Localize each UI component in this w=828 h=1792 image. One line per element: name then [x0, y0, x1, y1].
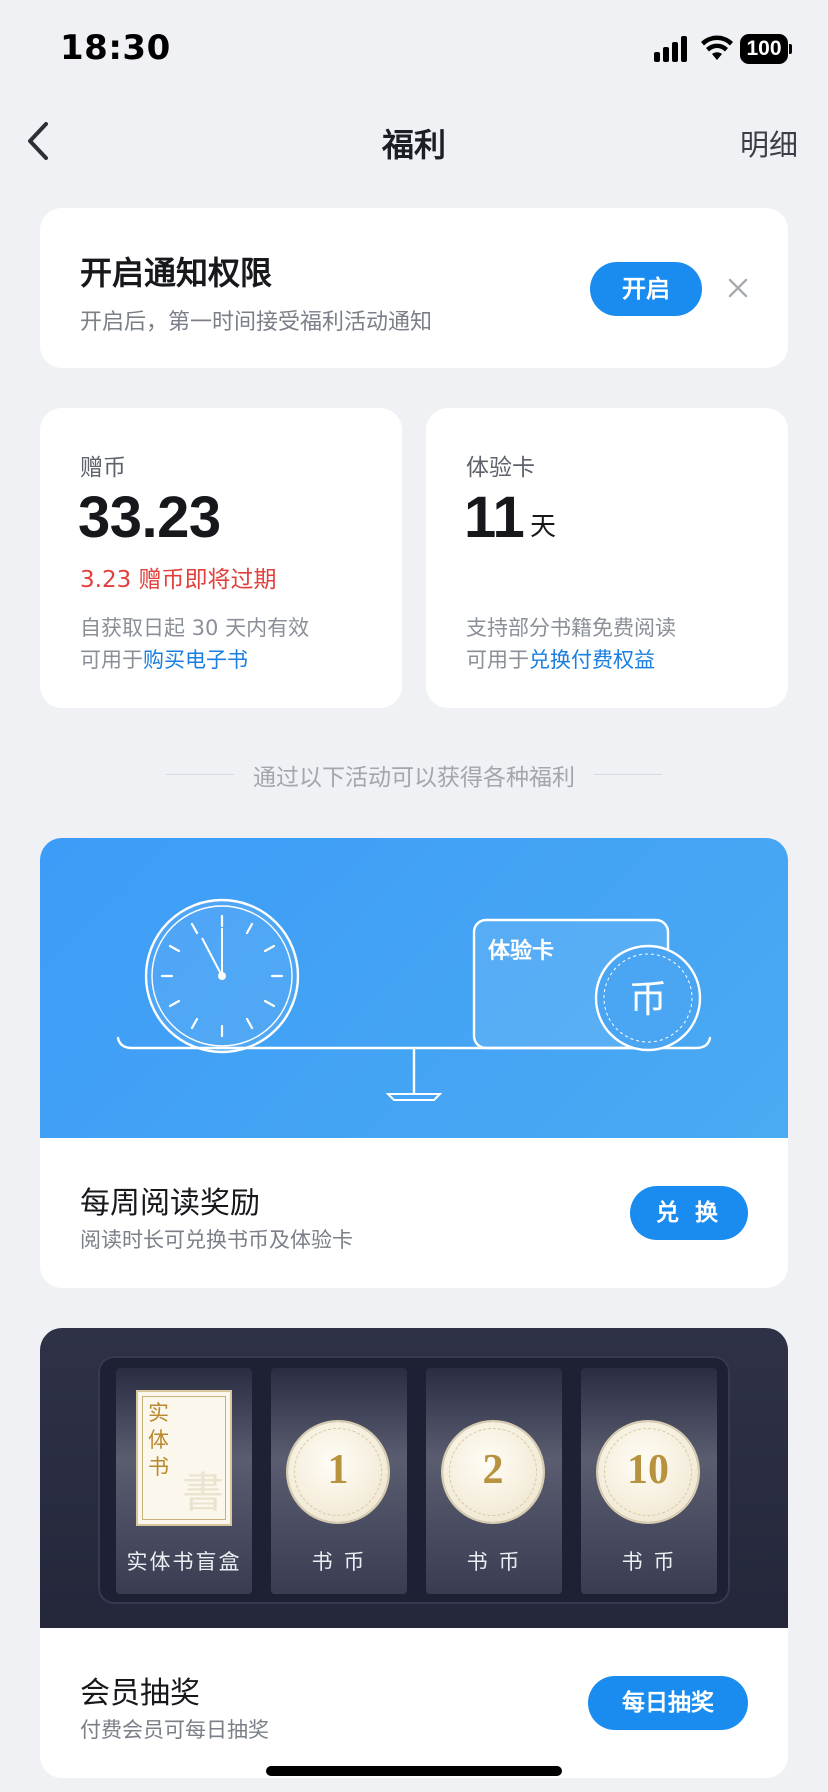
coin-amount: 10 [627, 1447, 669, 1493]
detail-link[interactable]: 明细 [740, 122, 798, 164]
slot-label: 书 币 [311, 1550, 367, 1574]
clock-icon [144, 898, 300, 1054]
scale-illustration: 体验卡 币 [116, 898, 712, 1101]
coin-expiry-warning: 3.23 赠币即将过期 [80, 567, 277, 593]
nav-bar: 福利 明细 [0, 100, 828, 180]
weekly-reward-title: 每周阅读奖励 [80, 1186, 260, 1221]
wifi-icon [701, 35, 733, 60]
coin-usage-text: 可用于购买电子书 [80, 644, 248, 674]
notification-title: 开启通知权限 [80, 254, 273, 292]
banner-coin-glyph: 币 [629, 977, 667, 1021]
redeem-benefits-link[interactable]: 兑换付费权益 [529, 648, 655, 672]
battery-tip [789, 44, 792, 54]
member-lottery-card: 实体书 書 实体书盲盒 1 书 币 2 书 币 10 书 币 会员抽奖 付费会员… [40, 1328, 788, 1778]
coin-icon: 2 [443, 1422, 543, 1522]
trial-card-balance-card[interactable]: 体验卡 11 天 支持部分书籍免费阅读 可用于兑换付费权益 [426, 408, 788, 708]
banner-card-label: 体验卡 [488, 938, 554, 964]
home-indicator [266, 1766, 562, 1776]
coin-icon: 10 [598, 1422, 698, 1522]
section-divider: 通过以下活动可以获得各种福利 [0, 756, 828, 792]
divider-line-right [594, 774, 662, 775]
lottery-title: 会员抽奖 [80, 1676, 200, 1711]
status-bar: 18:30 100 [0, 0, 828, 100]
status-time: 18:30 [60, 28, 171, 68]
buy-ebook-link[interactable]: 购买电子书 [143, 648, 248, 672]
trial-card-label: 体验卡 [466, 455, 535, 481]
trial-card-usage-prefix: 可用于 [466, 648, 529, 672]
lottery-subtitle: 付费会员可每日抽奖 [80, 1718, 269, 1742]
coin-value: 33.23 [78, 485, 221, 550]
weekly-reading-reward-card: 体验卡 币 每周阅读奖励 阅读时长可兑换书币及体验卡 兑 换 [40, 838, 788, 1288]
lottery-banner: 实体书 書 实体书盲盒 1 书 币 2 书 币 10 书 币 [40, 1328, 788, 1628]
close-icon[interactable] [720, 270, 756, 306]
notification-permission-card: 开启通知权限 开启后，第一时间接受福利活动通知 开启 [40, 208, 788, 368]
divider-text: 通过以下活动可以获得各种福利 [253, 765, 575, 791]
slot-coin-1: 1 书 币 [271, 1368, 407, 1594]
trial-card-value: 11 [464, 485, 525, 550]
coin-validity-text: 自获取日起 30 天内有效 [80, 616, 310, 640]
book-card-text: 实体书 [148, 1401, 169, 1479]
coin-illustration: 币 [594, 944, 702, 1052]
trial-card-desc: 支持部分书籍免费阅读 [466, 616, 676, 640]
enable-notification-button[interactable]: 开启 [590, 262, 702, 316]
trial-card-usage-text: 可用于兑换付费权益 [466, 644, 655, 674]
weekly-reward-banner: 体验卡 币 [40, 838, 788, 1138]
slot-physical-book: 实体书 書 实体书盲盒 [116, 1368, 252, 1594]
cellular-signal-icon [654, 36, 687, 62]
slot-label: 书 币 [466, 1550, 522, 1574]
physical-book-icon: 实体书 書 [136, 1390, 232, 1526]
battery-level: 100 [740, 34, 788, 64]
daily-lottery-button[interactable]: 每日抽奖 [588, 1676, 748, 1730]
chevron-left-icon[interactable] [20, 118, 60, 164]
coin-amount: 1 [327, 1447, 349, 1493]
page-title: 福利 [381, 126, 446, 164]
coin-icon: 1 [288, 1422, 388, 1522]
slot-coin-2: 2 书 币 [426, 1368, 562, 1594]
trial-card-unit: 天 [530, 512, 557, 542]
weekly-reward-subtitle: 阅读时长可兑换书币及体验卡 [80, 1228, 353, 1252]
slot-label: 实体书盲盒 [126, 1550, 242, 1574]
coin-balance-card[interactable]: 赠币 33.23 3.23 赠币即将过期 自获取日起 30 天内有效 可用于购买… [40, 408, 402, 708]
redeem-button[interactable]: 兑 换 [630, 1186, 748, 1240]
coin-amount: 2 [482, 1447, 504, 1493]
battery-icon: 100 [740, 34, 792, 64]
slot-coin-10: 10 书 币 [581, 1368, 717, 1594]
coin-label: 赠币 [80, 455, 126, 481]
notification-subtitle: 开启后，第一时间接受福利活动通知 [80, 310, 433, 335]
slot-label: 书 币 [621, 1550, 677, 1574]
coin-usage-prefix: 可用于 [80, 648, 143, 672]
book-watermark: 書 [181, 1468, 224, 1517]
